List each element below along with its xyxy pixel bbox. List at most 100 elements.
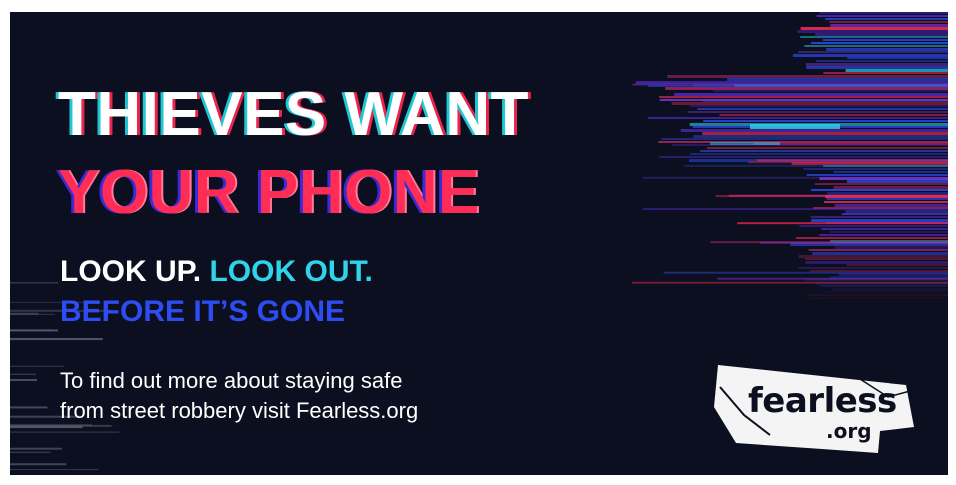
glitch-stripe [727,78,948,81]
glitch-stripe [800,27,948,30]
glitch-stripe [642,176,948,179]
tagline-line-1: LOOK UP. LOOK OUT. [60,257,373,287]
glitch-stripe [826,198,948,200]
glitch-stripe [829,21,948,23]
info-line-1: To find out more about staying safe [60,368,403,393]
glitch-stripe [10,312,39,315]
glitch-stripe [10,463,67,466]
glitch-stripe [706,147,948,149]
glitch-stripe [10,451,51,453]
glitch-stripe [689,105,948,107]
glitch-stripe [829,231,948,233]
glitch-stripe [809,270,948,272]
glitch-stripe [819,12,948,14]
glitch-stripe [10,378,38,381]
glitch-stripe [819,285,948,287]
glitch-stripe [798,51,948,53]
glitch-stripe [821,228,948,230]
glitch-stripe [846,264,948,266]
glitch-stripe [756,159,948,162]
glitch-stripe [807,294,948,296]
glitch-stripe [703,120,948,122]
glitch-stripe [674,93,948,96]
glitch-stripe [710,142,780,145]
glitch-stripe [10,329,52,331]
glitch-stripe [658,96,948,98]
logo-org-suffix: .org [826,419,872,443]
glitch-stripe [806,174,948,176]
glitch-stripe [659,156,948,158]
glitch-stripe [804,258,948,260]
glitch-stripe [810,216,948,218]
glitch-stripe [702,100,948,103]
glitch-stripe [658,141,948,143]
logo-wordmark: fearless [748,381,897,421]
glitch-stripe [834,204,948,207]
glitch-stripe [737,222,948,225]
glitch-stripe [806,66,948,69]
glitch-stripe [816,60,948,62]
glitch-stripe [798,267,948,269]
glitch-stripe [661,138,948,140]
glitch-stripe [846,180,948,183]
glitch-stripe [811,189,948,191]
glitch-stripe [815,33,948,36]
glitch-stripe [795,237,948,239]
glitch-stripe [847,57,948,59]
glitch-stripe [683,164,948,167]
glitch-stripe [671,102,948,105]
glitch-stripe [805,63,948,66]
glitch-stripe [809,297,948,299]
glitch-stripe [10,282,59,284]
glitch-stripe [797,30,948,33]
glitch-stripe [811,219,948,222]
tagline-look-out: LOOK OUT. [209,255,373,288]
glitch-stripe [833,171,948,173]
glitch-stripe [816,15,948,17]
glitch-stripe [808,249,948,251]
headline-line-1: THIEVES WANT [58,80,530,149]
glitch-stripe [10,373,36,375]
glitch-stripe [642,208,948,211]
glitch-stripe [819,234,948,236]
glitch-stripe [10,365,65,367]
glitch-stripe [798,255,948,258]
fearless-logo: fearless .org [710,357,920,457]
glitch-stripe [845,210,948,213]
glitch-stripe [648,84,948,87]
glitch-stripe [817,291,948,293]
info-line-2: from street robbery visit Fearless.org [60,398,419,423]
glitch-stripe [700,150,948,152]
poster: THIEVES WANT YOUR PHONE LOOK UP. LOOK OU… [10,12,948,475]
glitch-stripe [825,18,948,20]
glitch-stripe [719,114,948,116]
glitch-stripe [631,281,948,284]
glitch-stripe [690,153,948,155]
glitch-stripe [804,45,948,47]
glitch-stripe [747,161,948,164]
glitch-stripe [803,168,948,170]
glitch-stripe [10,469,99,471]
glitch-stripe [833,186,948,189]
glitch-stripe [647,117,948,119]
glitch-stripe [823,300,948,303]
glitch-stripe [665,87,948,90]
tagline-line-2: BEFORE IT’S GONE [60,295,346,328]
tagline-look-up: LOOK UP. [60,255,202,288]
glitch-stripe [667,75,948,78]
glitch-stripe [826,48,948,51]
glitch-stripe [799,225,948,227]
glitch-stripe [680,129,948,132]
glitch-stripe [800,36,948,38]
glitch-stripe [10,338,103,341]
glitch-stripe [687,111,948,113]
glitch-stripe [827,192,948,195]
glitch-stripe [728,194,948,197]
glitch-stripe [822,39,948,41]
glitch-stripe [792,54,948,57]
glitch-stripe [811,42,948,44]
glitch-stripe [702,132,948,135]
glitch-stripe [830,24,948,27]
glitch-stripe [845,69,948,72]
glitch-stripe [835,246,948,249]
